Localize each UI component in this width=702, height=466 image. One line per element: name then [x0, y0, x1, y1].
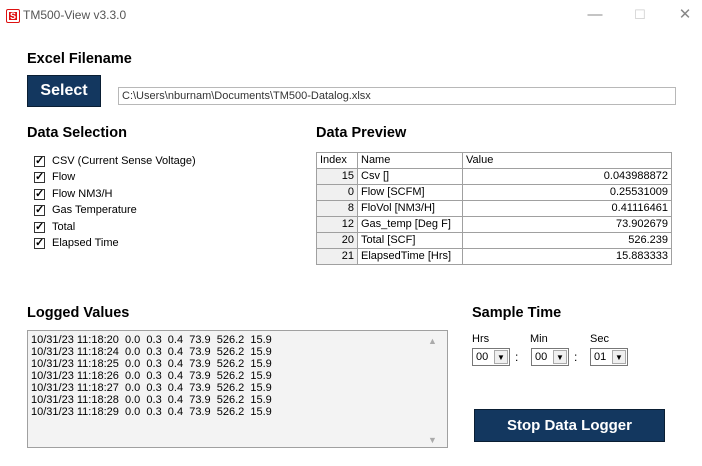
logged-values-textbox[interactable]: 10/31/23 11:18:20 0.0 0.3 0.4 73.9 526.2… [27, 330, 448, 448]
logged-values-heading: Logged Values [27, 305, 130, 321]
close-button[interactable]: ✕ [670, 5, 700, 25]
table-cell-value: 0.043988872 [462, 168, 672, 185]
table-cell-value: 73.902679 [462, 216, 672, 233]
minutes-dropdown[interactable]: 00 ▼ [531, 348, 569, 366]
chevron-down-icon[interactable]: ▼ [612, 350, 626, 364]
table-row[interactable]: 0 Flow [SCFM] 0.25531009 [316, 184, 672, 201]
log-line: 10/31/23 11:18:27 0.0 0.3 0.4 73.9 526.2… [31, 382, 272, 394]
checkbox[interactable] [34, 154, 45, 167]
table-row[interactable]: 20 Total [SCF] 526.239 [316, 232, 672, 249]
checkbox-label: Elapsed Time [52, 237, 119, 249]
table-cell-index: 20 [316, 232, 358, 249]
maximize-button[interactable]: ☐ [625, 5, 655, 25]
minimize-button[interactable]: — [580, 5, 610, 25]
table-cell-value: 15.883333 [462, 248, 672, 265]
checkbox[interactable] [34, 187, 45, 200]
checkbox-label: Flow [52, 171, 76, 184]
hours-value: 00 [476, 351, 489, 363]
log-line: 10/31/23 11:18:24 0.0 0.3 0.4 73.9 526.2… [31, 346, 272, 358]
checkbox[interactable] [34, 236, 45, 249]
table-cell-name: Flow [SCFM] [357, 184, 463, 201]
table-cell-value: 0.25531009 [462, 184, 672, 201]
checkbox-label: CSV (Current Sense Voltage) [52, 155, 196, 167]
data-preview-table: Index Name Value 15 Csv [] 0.043988872 0 Flo… [316, 152, 672, 265]
window-title: TM500-View v3.3.0 [23, 8, 127, 22]
table-cell-index: 21 [316, 248, 358, 265]
table-cell-name: FloVol [NM3/H] [357, 200, 463, 217]
log-line: 10/31/23 11:18:20 0.0 0.3 0.4 73.9 526.2… [31, 334, 272, 346]
checkbox[interactable] [34, 170, 45, 184]
stop-data-logger-button[interactable]: Stop Data Logger [474, 409, 665, 442]
table-cell-index: 15 [316, 168, 358, 185]
scroll-up-arrow-icon[interactable]: ▲ [428, 336, 437, 346]
seconds-value: 01 [594, 351, 607, 363]
data-preview-heading: Data Preview [316, 125, 407, 141]
scroll-down-arrow-icon[interactable]: ▼ [428, 435, 437, 445]
checkbox[interactable] [34, 203, 45, 217]
checkbox-label: Total [52, 220, 76, 233]
checkbox[interactable] [34, 220, 45, 233]
table-row[interactable]: 15 Csv [] 0.043988872 [316, 168, 672, 185]
filename-field[interactable]: C:\Users\nburnam\Documents\TM500-Datalog… [118, 87, 676, 105]
table-cell-name: Gas_temp [Deg F] [357, 216, 463, 233]
table-row[interactable]: 12 Gas_temp [Deg F] 73.902679 [316, 216, 672, 233]
select-file-button[interactable]: Select [27, 75, 101, 107]
log-line: 10/31/23 11:18:28 0.0 0.3 0.4 73.9 526.2… [31, 394, 272, 406]
app-icon: S [6, 9, 20, 23]
chevron-down-icon[interactable]: ▼ [494, 350, 508, 364]
table-cell-value: 526.239 [462, 232, 672, 249]
table-header-row: Index Name Value [316, 152, 672, 169]
hrs-label: Hrs [472, 333, 490, 345]
sample-time-heading: Sample Time [472, 305, 562, 321]
table-cell-index: 0 [316, 184, 358, 201]
time-separator: : [574, 350, 578, 364]
column-header-value[interactable]: Value [462, 152, 672, 169]
minutes-value: 00 [535, 351, 548, 363]
column-header-index[interactable]: Index [316, 152, 358, 169]
min-label: Min [530, 333, 548, 345]
seconds-dropdown[interactable]: 01 ▼ [590, 348, 628, 366]
sec-label: Sec [590, 333, 609, 345]
time-separator: : [515, 350, 519, 364]
data-selection-heading: Data Selection [27, 125, 127, 141]
log-line: 10/31/23 11:18:29 0.0 0.3 0.4 73.9 526.2… [31, 406, 272, 418]
title-bar: S TM500-View v3.3.0 — ☐ ✕ [0, 0, 702, 30]
table-cell-name: Total [SCF] [357, 232, 463, 249]
table-cell-name: ElapsedTime [Hrs] [357, 248, 463, 265]
table-row[interactable]: 21 ElapsedTime [Hrs] 15.883333 [316, 248, 672, 265]
table-cell-value: 0.41116461 [462, 200, 672, 217]
table-cell-name: Csv [] [357, 168, 463, 185]
hours-dropdown[interactable]: 00 ▼ [472, 348, 510, 366]
table-row[interactable]: 8 FloVol [NM3/H] 0.41116461 [316, 200, 672, 217]
chevron-down-icon[interactable]: ▼ [553, 350, 567, 364]
excel-filename-heading: Excel Filename [27, 51, 132, 67]
checkbox-label: Gas Temperature [52, 204, 137, 217]
checkbox-label: Flow NM3/H [52, 187, 113, 200]
table-cell-index: 8 [316, 200, 358, 217]
column-header-name[interactable]: Name [357, 152, 463, 169]
table-cell-index: 12 [316, 216, 358, 233]
log-line: 10/31/23 11:18:25 0.0 0.3 0.4 73.9 526.2… [31, 358, 272, 370]
log-line: 10/31/23 11:18:26 0.0 0.3 0.4 73.9 526.2… [31, 370, 272, 382]
